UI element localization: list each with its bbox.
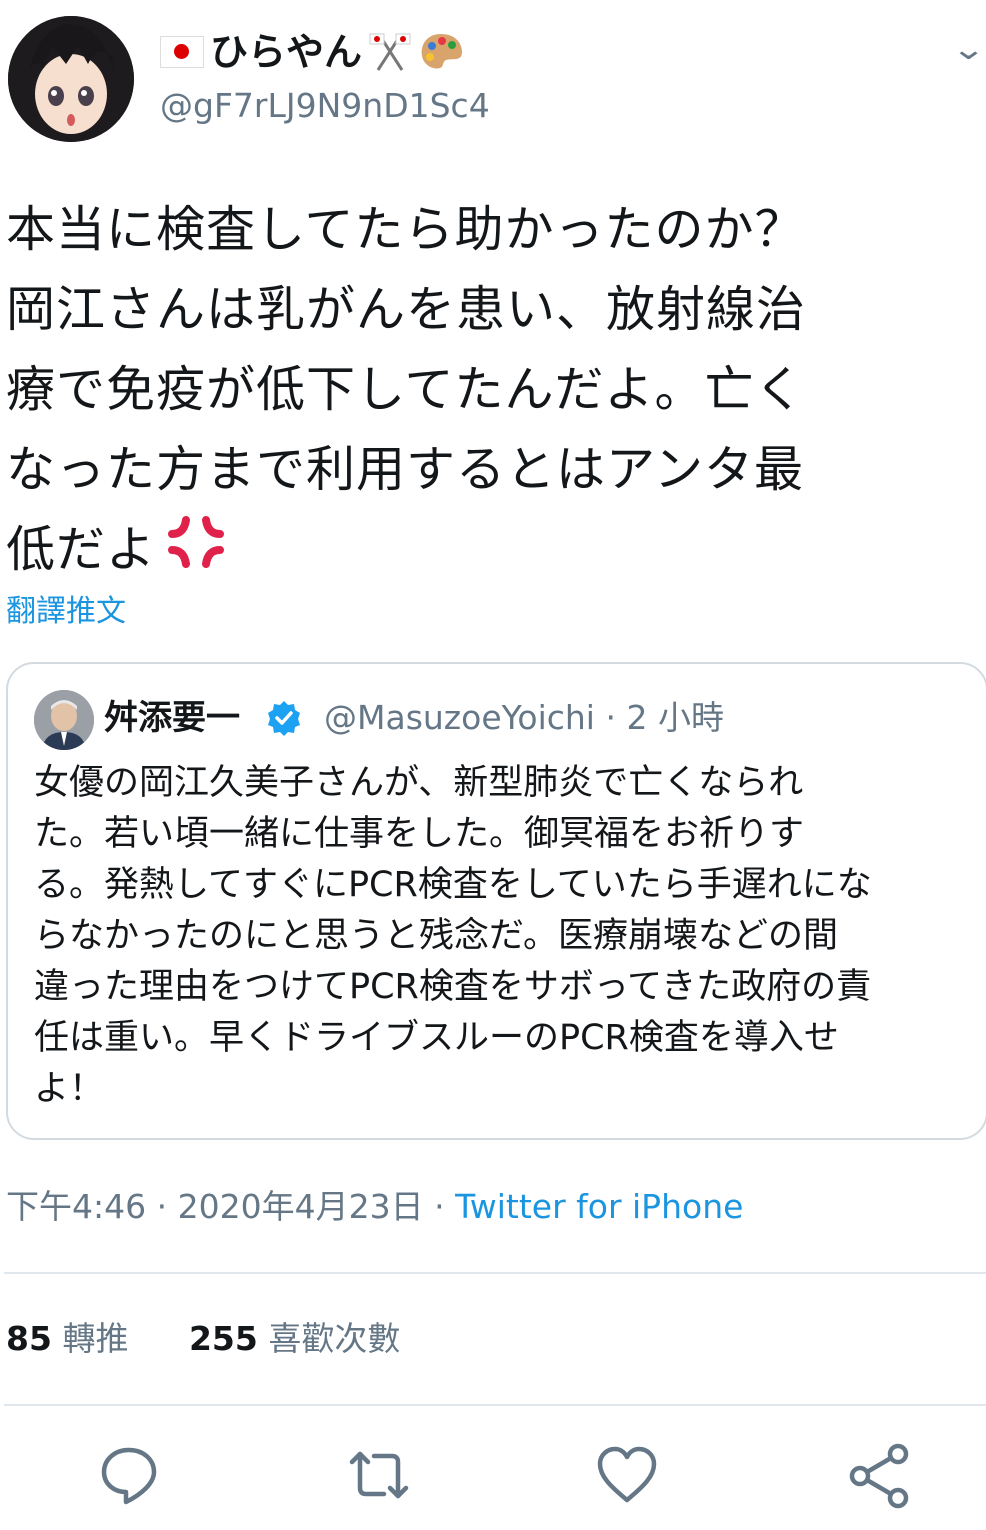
japan-flag-icon (160, 36, 204, 68)
tweet-time: 下午4:46 (6, 1187, 147, 1226)
retweets-stat[interactable]: 85 轉推 (6, 1319, 128, 1358)
retweet-icon[interactable] (344, 1440, 414, 1510)
tweet-date: 2020年4月23日 (177, 1187, 424, 1226)
quoted-handle-time: @MasuzoeYoichi · 2 小時 (324, 696, 724, 740)
reply-icon[interactable] (94, 1440, 164, 1510)
quoted-handle: @MasuzoeYoichi (324, 698, 595, 737)
artist-palette-icon (421, 34, 463, 69)
crossed-flags-icon (369, 33, 411, 71)
display-name[interactable]: ひらやん (160, 28, 464, 76)
tweet-meta: 下午4:46 · 2020年4月23日 · Twitter for iPhone (6, 1184, 743, 1230)
likes-count: 255 (188, 1319, 258, 1358)
retweets-count: 85 (6, 1319, 52, 1358)
quoted-tweet-text: 女優の岡江久美子さんが、新型肺炎で亡くなられ た。若い頃一緒に仕事をした。御冥福… (34, 763, 872, 1109)
chevron-down-icon[interactable]: ⌄ (951, 32, 986, 67)
heart-icon[interactable] (592, 1440, 662, 1510)
quoted-user-avatar (34, 690, 94, 750)
likes-label: 喜歡次數 (268, 1319, 401, 1358)
quoted-tweet-card[interactable]: 舛添要一 @MasuzoeYoichi · 2 小時 女優の岡江久美子さんが、新… (6, 662, 986, 1140)
tweet-source-link[interactable]: Twitter for iPhone (455, 1187, 743, 1226)
divider (4, 1404, 986, 1406)
likes-stat[interactable]: 255 喜歡次數 (189, 1319, 400, 1358)
meta-separator: · (146, 1187, 178, 1226)
user-avatar[interactable] (8, 16, 134, 142)
meta-separator: · (423, 1187, 456, 1226)
user-handle[interactable]: @gF7rLJ9N9nD1Sc4 (160, 84, 490, 128)
tweet-text: 本当に検査してたら助かったのか？ 岡江さんは乳がんを患い、放射線治 療で免疫が低… (6, 190, 981, 590)
tweet-stats: 85 轉推 255 喜歡次數 (6, 1316, 400, 1362)
tweet-text-content: 本当に検査してたら助かったのか？ 岡江さんは乳がんを患い、放射線治 療で免疫が低… (6, 201, 807, 578)
retweets-label: 轉推 (62, 1319, 129, 1358)
share-icon[interactable] (844, 1440, 914, 1510)
quoted-time: · 2 小時 (605, 698, 724, 737)
divider (4, 1272, 986, 1274)
verified-badge-icon (268, 701, 300, 736)
translate-tweet-link[interactable]: 翻譯推文 (6, 590, 126, 634)
quoted-display-name: 舛添要一 (104, 698, 240, 738)
action-bar (0, 1440, 986, 1510)
display-name-text: ひらやん (210, 30, 363, 74)
anger-symbol-icon (168, 516, 225, 568)
